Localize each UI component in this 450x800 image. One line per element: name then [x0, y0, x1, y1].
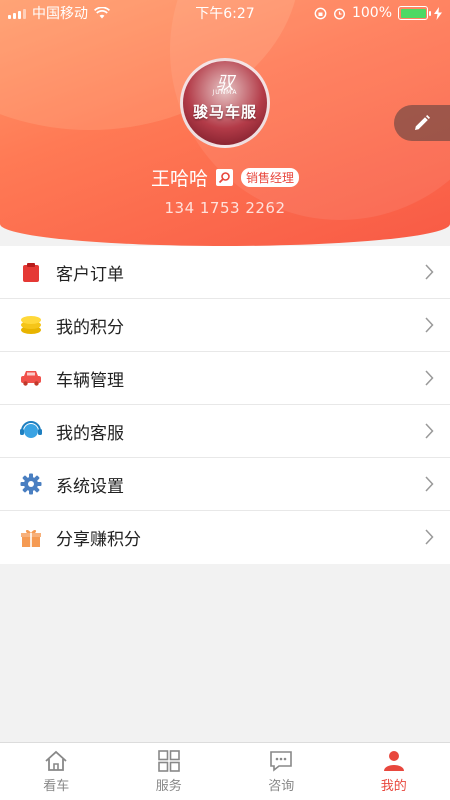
chevron-right-icon: [425, 476, 434, 492]
carrier-label: 中国移动: [32, 6, 88, 22]
bottom-tab-bar: 看车 服务 咨询 我的: [0, 742, 450, 800]
alarm-icon: [333, 7, 345, 20]
menu-item-share-earn-points[interactable]: 分享赚积分: [0, 511, 450, 564]
role-badge: 销售经理: [241, 168, 300, 187]
chevron-right-icon: [425, 317, 434, 333]
pencil-icon: [415, 115, 430, 130]
battery-percent: 100%: [351, 5, 392, 21]
tab-label: 咨询: [268, 778, 295, 794]
grid-icon: [157, 749, 180, 772]
avatar-logo-text: 骏马车服: [192, 103, 257, 121]
menu-item-customer-service[interactable]: 我的客服: [0, 405, 450, 458]
menu-item-label: 客户订单: [56, 264, 124, 285]
chevron-right-icon: [425, 423, 434, 439]
menu-item-label: 车辆管理: [56, 370, 124, 391]
wifi-icon: [94, 7, 110, 19]
chat-icon: [270, 750, 293, 772]
gift-icon: [20, 527, 42, 549]
menu-item-customer-orders[interactable]: 客户订单: [0, 246, 450, 299]
tab-consult[interactable]: 咨询: [225, 743, 338, 800]
avatar-logo-small: JUNMA: [212, 89, 238, 96]
tab-label: 看车: [43, 778, 70, 794]
menu-item-label: 系统设置: [56, 476, 124, 497]
menu-item-system-settings[interactable]: 系统设置: [0, 458, 450, 511]
headset-icon: [20, 420, 42, 442]
chevron-right-icon: [425, 264, 434, 280]
menu-item-label: 分享赚积分: [56, 530, 141, 550]
tab-label: 服务: [155, 778, 182, 794]
chevron-right-icon: [425, 370, 434, 386]
edit-profile-button[interactable]: [394, 105, 450, 141]
avatar[interactable]: 驭 JUNMA 骏马车服: [180, 58, 270, 148]
search-badge-icon[interactable]: [216, 169, 233, 186]
user-icon: [383, 750, 404, 771]
user-name: 王哈哈: [150, 168, 208, 190]
menu-item-label: 我的积分: [56, 317, 124, 338]
tab-services[interactable]: 服务: [113, 743, 226, 800]
chevron-right-icon: [425, 529, 434, 545]
status-bar: 中国移动 下午6:27 100%: [0, 0, 450, 26]
tab-mine[interactable]: 我的: [338, 743, 450, 800]
profile-header: 中国移动 下午6:27 100% 驭 JUNMA 骏马车服 王哈哈 销售经理 1…: [0, 0, 450, 246]
name-row: 王哈哈 销售经理: [0, 164, 450, 191]
tab-label: 我的: [380, 778, 407, 794]
car-icon: [20, 367, 42, 389]
tab-view-cars[interactable]: 看车: [0, 743, 113, 800]
menu-item-my-points[interactable]: 我的积分: [0, 299, 450, 352]
menu-item-vehicle-management[interactable]: 车辆管理: [0, 352, 450, 405]
rotation-lock-icon: [314, 7, 327, 19]
battery-icon: [398, 6, 431, 20]
gear-icon: [20, 473, 42, 495]
home-icon: [45, 750, 67, 771]
charging-icon: [434, 6, 442, 20]
menu-item-label: 我的客服: [56, 423, 124, 444]
signal-icon: [8, 7, 26, 19]
clipboard-icon: [20, 261, 42, 283]
menu-list: 客户订单 我的积分 车辆管理 我的客服 系统设置 分享赚积分: [0, 246, 450, 564]
coins-icon: [20, 314, 42, 336]
phone-number: 134 1753 2262: [164, 199, 286, 217]
